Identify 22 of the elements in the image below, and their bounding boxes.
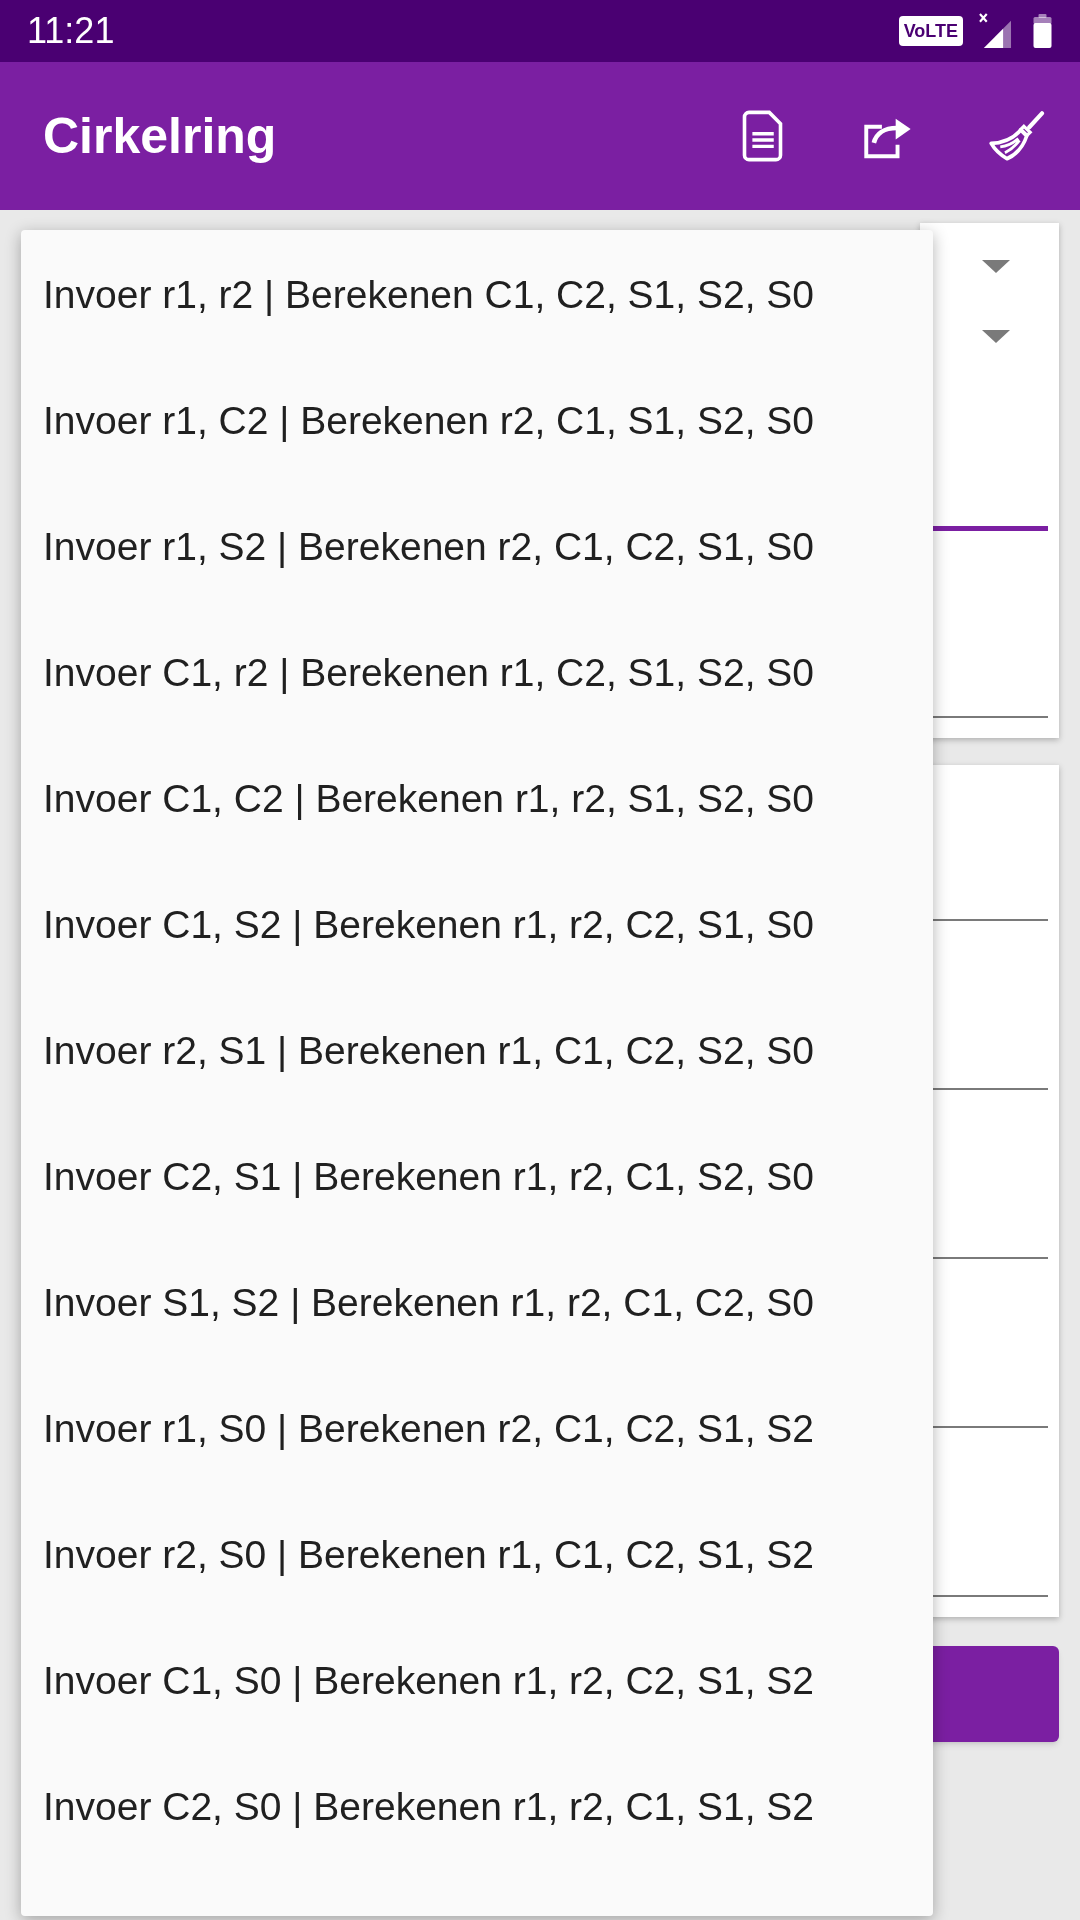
menu-option[interactable]: Invoer C1, S0 | Berekenen r1, r2, C2, S1, S2 xyxy=(21,1618,933,1744)
document-icon[interactable] xyxy=(740,109,785,163)
menu-option[interactable]: Invoer C1, S2 | Berekenen r1, r2, C2, S1, S0 xyxy=(21,862,933,988)
menu-option[interactable]: Invoer r2, S0 | Berekenen r1, C1, C2, S1, S2 xyxy=(21,1492,933,1618)
menu-option[interactable]: Invoer r1, S2 | Berekenen r2, C1, C2, S1, S0 xyxy=(21,484,933,610)
app-title: Cirkelring xyxy=(43,111,277,161)
caret-icon[interactable] xyxy=(982,259,1010,273)
menu-option[interactable]: Invoer r2, S1 | Berekenen r1, C1, C2, S2, S0 xyxy=(21,988,933,1114)
signal-icon xyxy=(978,13,1012,49)
status-time: 11:21 xyxy=(27,13,115,49)
network-badge: VoLTE xyxy=(898,16,963,46)
menu-option[interactable]: Invoer r1, S0 | Berekenen r2, C1, C2, S1, S2 xyxy=(21,1366,933,1492)
caret-icon[interactable] xyxy=(982,329,1010,343)
menu-option[interactable]: Invoer C1, r2 | Berekenen r1, C2, S1, S2, S0 xyxy=(21,610,933,736)
menu-option[interactable]: Invoer C2, S0 | Berekenen r1, r2, C1, S1, S2 xyxy=(21,1744,933,1870)
menu-option[interactable]: Invoer C1, C2 | Berekenen r1, r2, S1, S2, S0 xyxy=(21,736,933,862)
menu-option[interactable]: Invoer C2, S1 | Berekenen r1, r2, C1, S2, S0 xyxy=(21,1114,933,1240)
menu-option[interactable]: Invoer S1, S2 | Berekenen r1, r2, C1, C2, S0 xyxy=(21,1240,933,1366)
menu-option[interactable]: Invoer r1, r2 | Berekenen C1, C2, S1, S2, S0 xyxy=(21,232,933,358)
broom-icon[interactable] xyxy=(988,110,1045,162)
menu-option[interactable]: Invoer r1, C2 | Berekenen r2, C1, S1, S2, S0 xyxy=(21,358,933,484)
battery-icon xyxy=(1033,14,1052,48)
